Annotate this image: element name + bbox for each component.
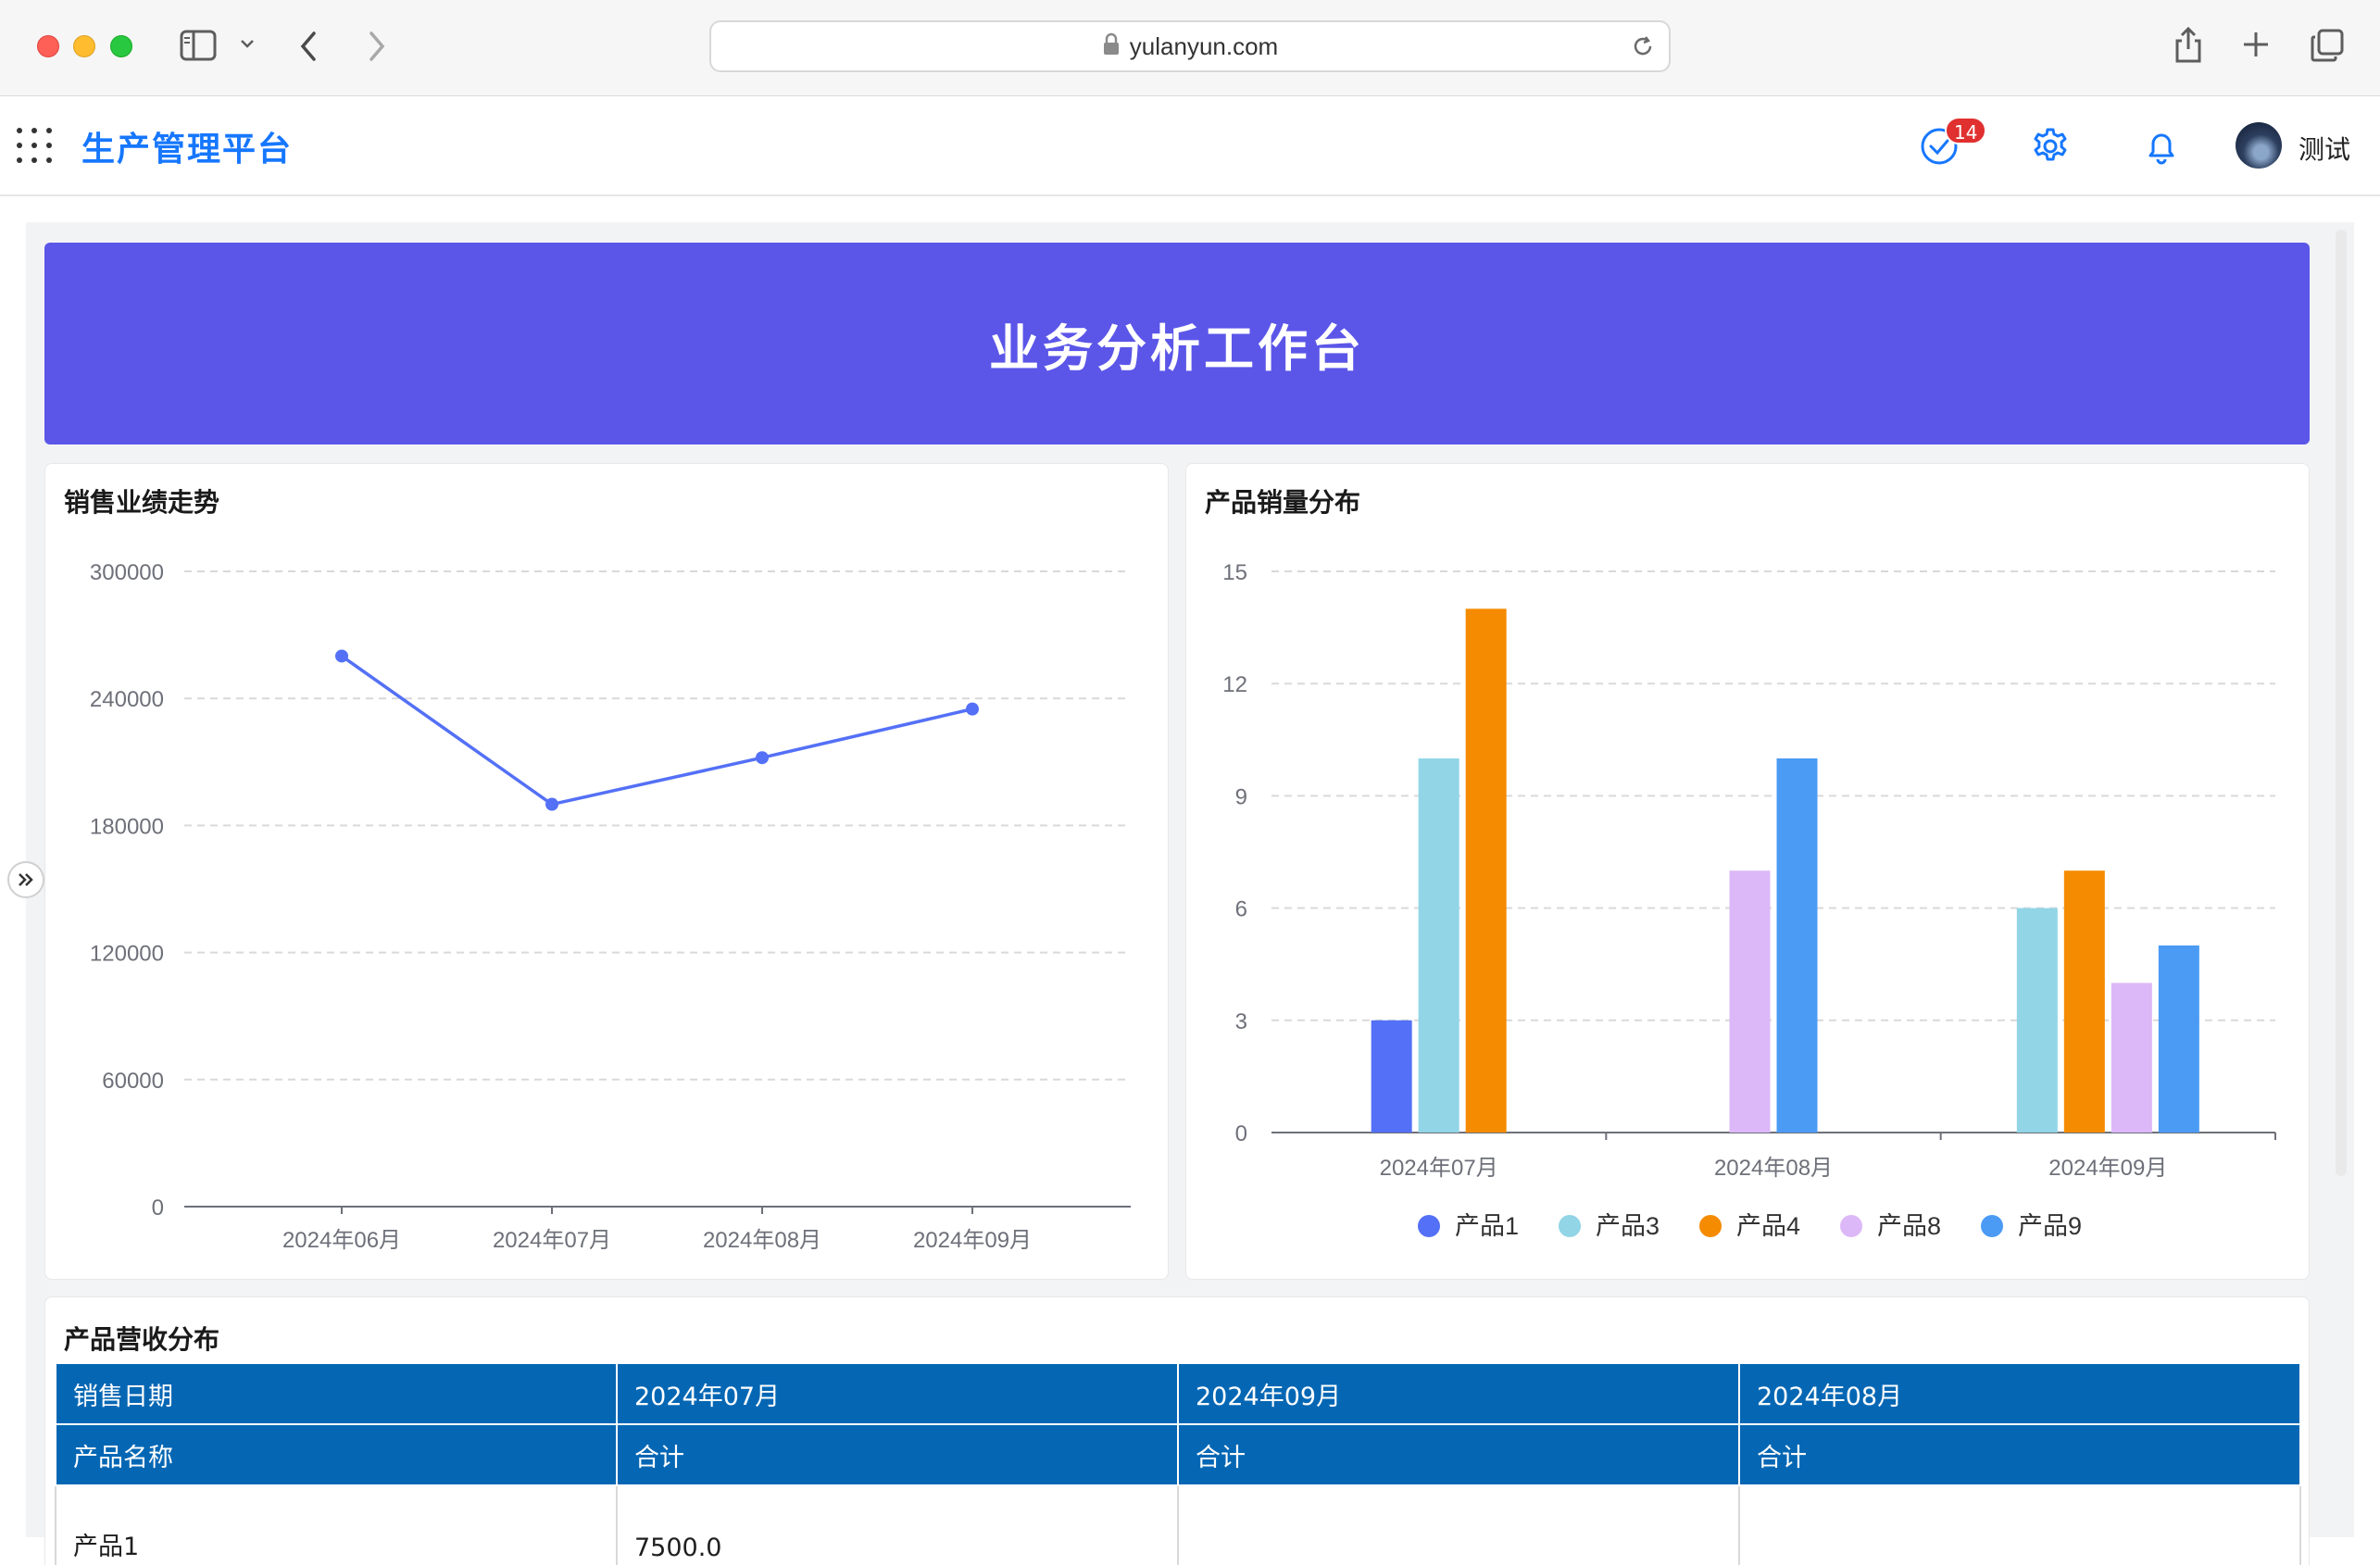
zoom-window-button[interactable]	[110, 35, 132, 57]
product-sales-card: 产品销量分布 0 3 6 9 12 15 2024年07月 2024年08月 2024年09月产…	[1185, 463, 2310, 1280]
bar	[2111, 983, 2152, 1133]
new-tab-icon[interactable]	[2241, 30, 2271, 59]
close-window-button[interactable]	[37, 35, 59, 57]
legend-label: 产品1	[1455, 1212, 1519, 1240]
bar	[1729, 870, 1771, 1133]
revenue-card: 产品营收分布 销售日期 2024年07月 2024年09月 2024年08月 产…	[44, 1296, 2310, 1565]
address-bar[interactable]: yulanyun.com	[709, 20, 1671, 72]
y-tick-label: 60000	[102, 1069, 164, 1094]
lock-icon	[1102, 32, 1121, 60]
table-cell: 产品1	[55, 1484, 618, 1565]
apps-grid-icon[interactable]	[17, 128, 54, 165]
x-tick-label: 2024年08月	[703, 1228, 821, 1253]
gear-icon[interactable]	[2028, 124, 2073, 169]
y-tick-label: 0	[1235, 1121, 1247, 1146]
legend-marker	[1699, 1215, 1722, 1237]
series-line	[340, 655, 973, 807]
table-header-cell[interactable]: 销售日期	[55, 1362, 618, 1425]
browser-toolbar: yulanyun.com	[0, 0, 2380, 96]
revenue-title: 产品营收分布	[64, 1324, 220, 1355]
table-cell	[1177, 1484, 1740, 1565]
bar	[1418, 758, 1459, 1133]
bell-icon[interactable]	[2139, 124, 2184, 169]
url-text: yulanyun.com	[1129, 31, 1279, 60]
share-icon[interactable]	[2173, 24, 2204, 65]
data-point	[545, 797, 558, 811]
legend-marker	[1559, 1215, 1581, 1237]
avatar[interactable]	[2236, 122, 2282, 169]
data-point	[756, 751, 769, 765]
task-count-badge: 14	[1945, 117, 1987, 144]
sales-line-chart: 0 60000 120000 180000 240000 300000 2024年06月 20…	[90, 560, 1131, 1253]
tabs-overview-icon[interactable]	[2310, 28, 2345, 63]
expand-sidebar-icon[interactable]	[7, 861, 44, 898]
y-tick-label: 9	[1235, 784, 1247, 809]
scrollbar[interactable]	[2336, 230, 2347, 1176]
legend-label: 产品3	[1596, 1212, 1660, 1240]
y-tick-label: 120000	[90, 942, 164, 967]
y-tick-label: 240000	[90, 687, 164, 712]
product-bar-chart: 0 3 6 9 12 15 2024年07月 2024年08月 2024年09月产品1 产品3 产品…	[1222, 560, 2276, 1240]
table-header-row: 产品名称 合计 合计 合计	[55, 1423, 2301, 1486]
x-tick-label: 2024年06月	[282, 1228, 401, 1253]
minimize-window-button[interactable]	[73, 35, 95, 57]
y-tick-label: 3	[1235, 1009, 1247, 1034]
app-title[interactable]: 生产管理平台	[81, 122, 293, 170]
bar	[1776, 758, 1818, 1133]
bar	[1465, 608, 1507, 1133]
x-tick-label: 2024年07月	[493, 1228, 611, 1253]
legend-marker	[1840, 1215, 1862, 1237]
y-tick-label: 12	[1222, 672, 1247, 697]
legend-marker	[1418, 1215, 1440, 1237]
x-tick-label: 2024年09月	[913, 1228, 1032, 1253]
x-tick-label: 2024年08月	[1714, 1156, 1833, 1181]
x-tick-label: 2024年07月	[1380, 1156, 1498, 1181]
forward-icon[interactable]	[367, 30, 387, 63]
legend-label: 产品9	[2018, 1212, 2082, 1240]
table-header-cell[interactable]: 合计	[616, 1423, 1179, 1486]
y-tick-label: 180000	[90, 814, 164, 839]
table-cell: 7500.0	[616, 1484, 1179, 1565]
legend-label: 产品8	[1877, 1212, 1941, 1240]
revenue-table: 销售日期 2024年07月 2024年09月 2024年08月 产品名称 合计 …	[55, 1362, 2301, 1565]
banner: 业务分析工作台	[44, 243, 2310, 444]
data-point	[966, 702, 979, 716]
table-header-cell[interactable]: 2024年08月	[1738, 1362, 2301, 1425]
table-cell	[1738, 1484, 2301, 1565]
table-header-cell[interactable]: 合计	[1177, 1423, 1740, 1486]
table-header-cell[interactable]: 2024年07月	[616, 1362, 1179, 1425]
bar	[2063, 870, 2105, 1133]
bar	[2016, 908, 2058, 1133]
y-tick-label: 15	[1222, 560, 1247, 585]
legend-marker	[1981, 1215, 2003, 1237]
y-tick-label: 0	[152, 1196, 164, 1221]
y-tick-label: 300000	[90, 560, 164, 585]
reload-icon[interactable]	[1630, 33, 1656, 63]
legend-label: 产品4	[1736, 1212, 1800, 1240]
user-name[interactable]: 测试	[2299, 130, 2350, 167]
sales-trend-card: 销售业绩走势 0 60000 120000 180000 240000 300000 202…	[44, 463, 1169, 1280]
y-tick-label: 6	[1235, 897, 1247, 922]
table-header-cell[interactable]: 合计	[1738, 1423, 2301, 1486]
bar	[1371, 1020, 1412, 1133]
banner-title: 业务分析工作台	[989, 319, 1365, 378]
app-header: 生产管理平台 14 测试	[0, 96, 2380, 196]
chevron-down-icon[interactable]	[239, 37, 256, 50]
table-row: 产品1 7500.0	[55, 1484, 2301, 1565]
table-header-cell[interactable]: 2024年09月	[1177, 1362, 1740, 1425]
table-header-cell[interactable]: 产品名称	[55, 1423, 618, 1486]
bar	[2158, 945, 2199, 1133]
data-point	[335, 649, 348, 663]
x-tick-label: 2024年09月	[2048, 1156, 2167, 1181]
table-header-row: 销售日期 2024年07月 2024年09月 2024年08月	[55, 1362, 2301, 1425]
back-icon[interactable]	[298, 30, 319, 63]
sidebar-icon[interactable]	[180, 30, 217, 61]
